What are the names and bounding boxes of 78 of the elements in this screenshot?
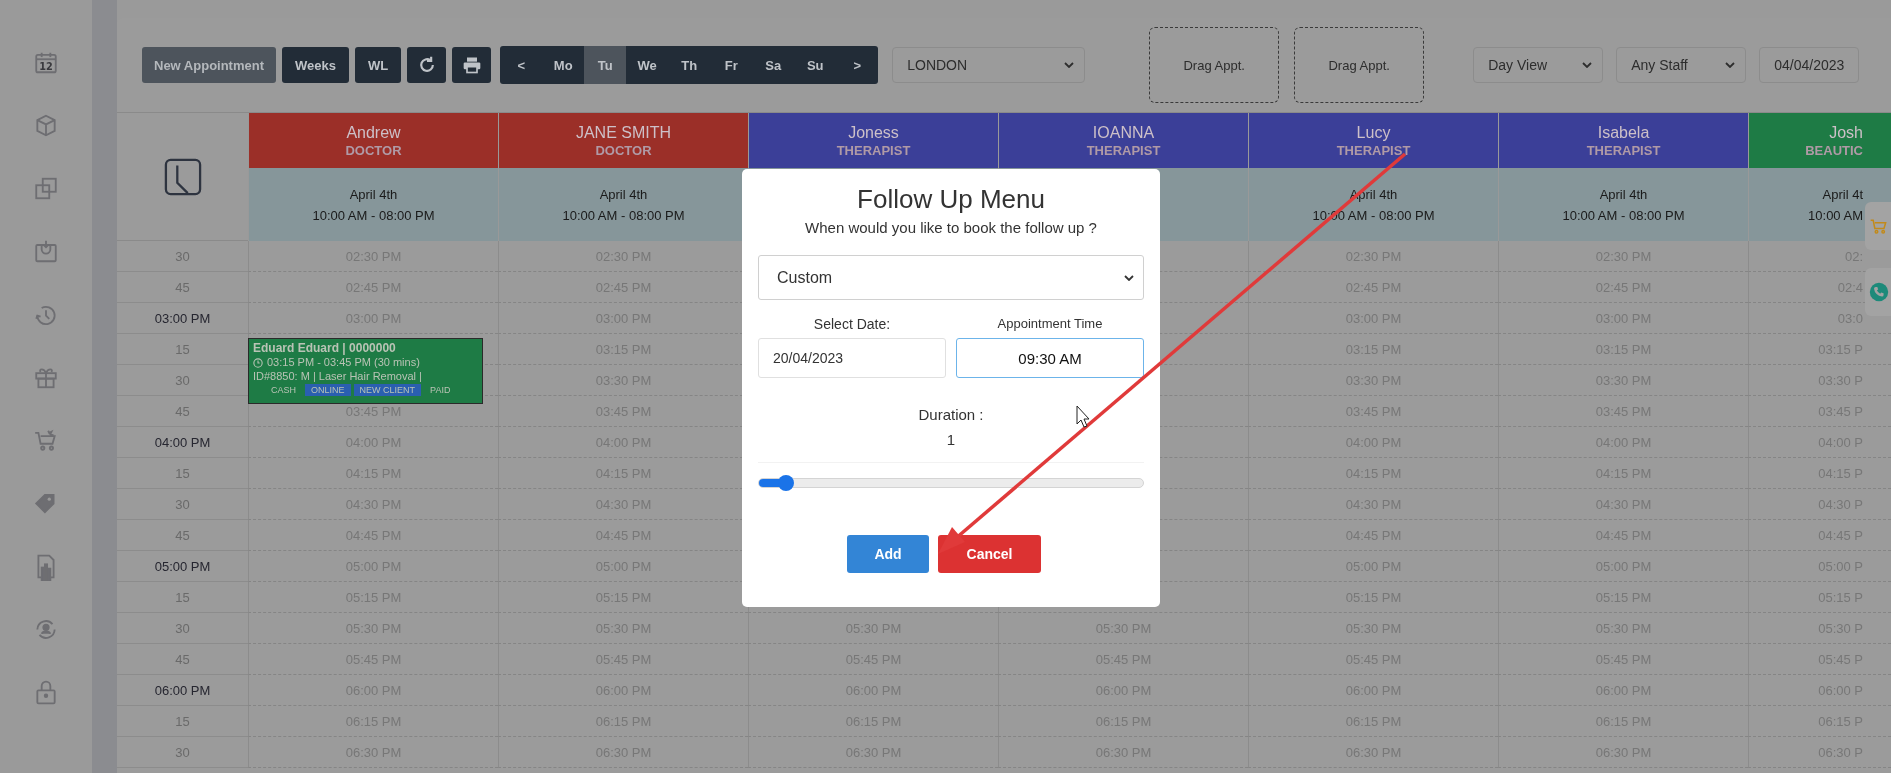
- shift-hours: 10:00 AM - 08:00 PM: [562, 207, 685, 223]
- date-input[interactable]: 20/04/2023: [758, 338, 946, 378]
- toolbar-button[interactable]: WL: [355, 47, 402, 83]
- day-tab[interactable]: Mo: [542, 46, 585, 84]
- toolbar-button[interactable]: New Appointment: [142, 47, 276, 83]
- staff-role: BEAUTIC: [1805, 142, 1863, 159]
- staff-role: THERAPIST: [1586, 142, 1661, 159]
- day-tab[interactable]: We: [626, 46, 669, 84]
- duration-slider[interactable]: [758, 478, 1144, 488]
- day-tab[interactable]: Fr: [710, 46, 753, 84]
- chevron-down-icon: [1124, 274, 1134, 281]
- date-field[interactable]: 04/04/2023: [1759, 47, 1860, 83]
- location-select[interactable]: LONDON: [892, 47, 1086, 83]
- staff-role: DOCTOR: [595, 142, 652, 159]
- time-input[interactable]: 09:30 AM: [956, 338, 1144, 378]
- staff-name: JANE SMITH: [575, 122, 672, 143]
- dialog-prompt: When would you like to book the follow up ?: [805, 219, 1097, 236]
- time-label: 04:00 PM: [154, 434, 211, 450]
- follow-up-select[interactable]: Custom: [758, 255, 1144, 300]
- time-label: 03:00 PM: [154, 310, 211, 326]
- mouse-cursor-icon: [1076, 405, 1090, 428]
- duration-label: Duration :: [918, 406, 984, 423]
- day-tab[interactable]: Sa: [752, 46, 795, 84]
- time-label: 05:00 PM: [154, 558, 211, 574]
- shift-hours: 10:00 AM - 08:00 PM: [1562, 207, 1685, 223]
- day-tab[interactable]: Tu: [584, 46, 627, 84]
- staff-name: Joness: [848, 122, 899, 143]
- chevron-down-icon: [1582, 62, 1593, 68]
- printer-icon: [461, 55, 482, 75]
- dialog-title: Follow Up Menu: [857, 183, 1045, 215]
- staff-role: THERAPIST: [1086, 142, 1161, 159]
- print-button[interactable]: [452, 47, 492, 83]
- appointment-tag: ONLINE: [305, 384, 351, 396]
- cart-button[interactable]: [1865, 202, 1891, 250]
- staff-select[interactable]: Any Staff: [1616, 47, 1747, 83]
- clock-icon: [253, 357, 263, 368]
- staff-name: Andrew: [346, 122, 401, 143]
- day-tab[interactable]: Th: [668, 46, 711, 84]
- field-label: Appointment Time: [996, 316, 1104, 332]
- shift-date: April 4th: [349, 186, 398, 202]
- duration-value: 1: [946, 431, 956, 448]
- slider-thumb[interactable]: [777, 475, 794, 491]
- drag-slot[interactable]: Drag Appt.: [1149, 27, 1280, 103]
- day-tab[interactable]: >: [836, 46, 879, 84]
- lock-icon[interactable]: [33, 678, 59, 707]
- staff-name: Lucy: [1356, 122, 1391, 143]
- shift-hours: 10:00 AM: [1808, 207, 1863, 223]
- view-select[interactable]: Day View: [1473, 47, 1604, 83]
- staff-name: Josh: [1829, 122, 1863, 143]
- chevron-down-icon: [1064, 62, 1075, 68]
- staff-name: IOANNA: [1092, 122, 1155, 143]
- dialog-button[interactable]: Cancel: [938, 535, 1041, 573]
- staff-role: THERAPIST: [836, 142, 911, 159]
- shift-date: April 4th: [599, 186, 648, 202]
- appointment-card[interactable]: Eduard Eduard | 0000000 03:15 PM - 03:45 PM (30 mins) ID#8850: M | Laser Hair Removal | CASH ONLINE NEW CLIENT PAID: [248, 338, 483, 404]
- shift-date: April 4t: [1822, 186, 1863, 202]
- clock-icon: [163, 157, 202, 196]
- staff-name: Isabela: [1597, 122, 1650, 143]
- refresh-button[interactable]: [407, 47, 447, 83]
- phone-icon: [1869, 282, 1889, 302]
- drag-slot[interactable]: Drag Appt.: [1294, 27, 1425, 103]
- time-label: 06:00 PM: [154, 682, 211, 698]
- appointment-time: 03:15 PM - 03:45 PM (30 mins): [267, 356, 420, 369]
- field-label: Select Date:: [812, 316, 892, 332]
- appointment-tag: NEW CLIENT: [353, 384, 422, 396]
- appointment-details: ID#8850: M | Laser Hair Removal |: [253, 370, 423, 383]
- shift-hours: 10:00 AM - 08:00 PM: [312, 207, 435, 223]
- phone-button[interactable]: [1865, 268, 1891, 316]
- day-tab[interactable]: <: [500, 46, 543, 84]
- toolbar-button[interactable]: Weeks: [282, 47, 349, 83]
- appointment-client: Eduard Eduard | 0000000: [253, 341, 397, 355]
- dialog-button[interactable]: Add: [847, 535, 929, 573]
- staff-role: THERAPIST: [1336, 142, 1411, 159]
- cart-icon: [1869, 216, 1889, 236]
- shift-date: April 4th: [1599, 186, 1648, 202]
- day-tab[interactable]: Su: [794, 46, 837, 84]
- staff-role: DOCTOR: [345, 142, 402, 159]
- chevron-down-icon: [1725, 62, 1736, 68]
